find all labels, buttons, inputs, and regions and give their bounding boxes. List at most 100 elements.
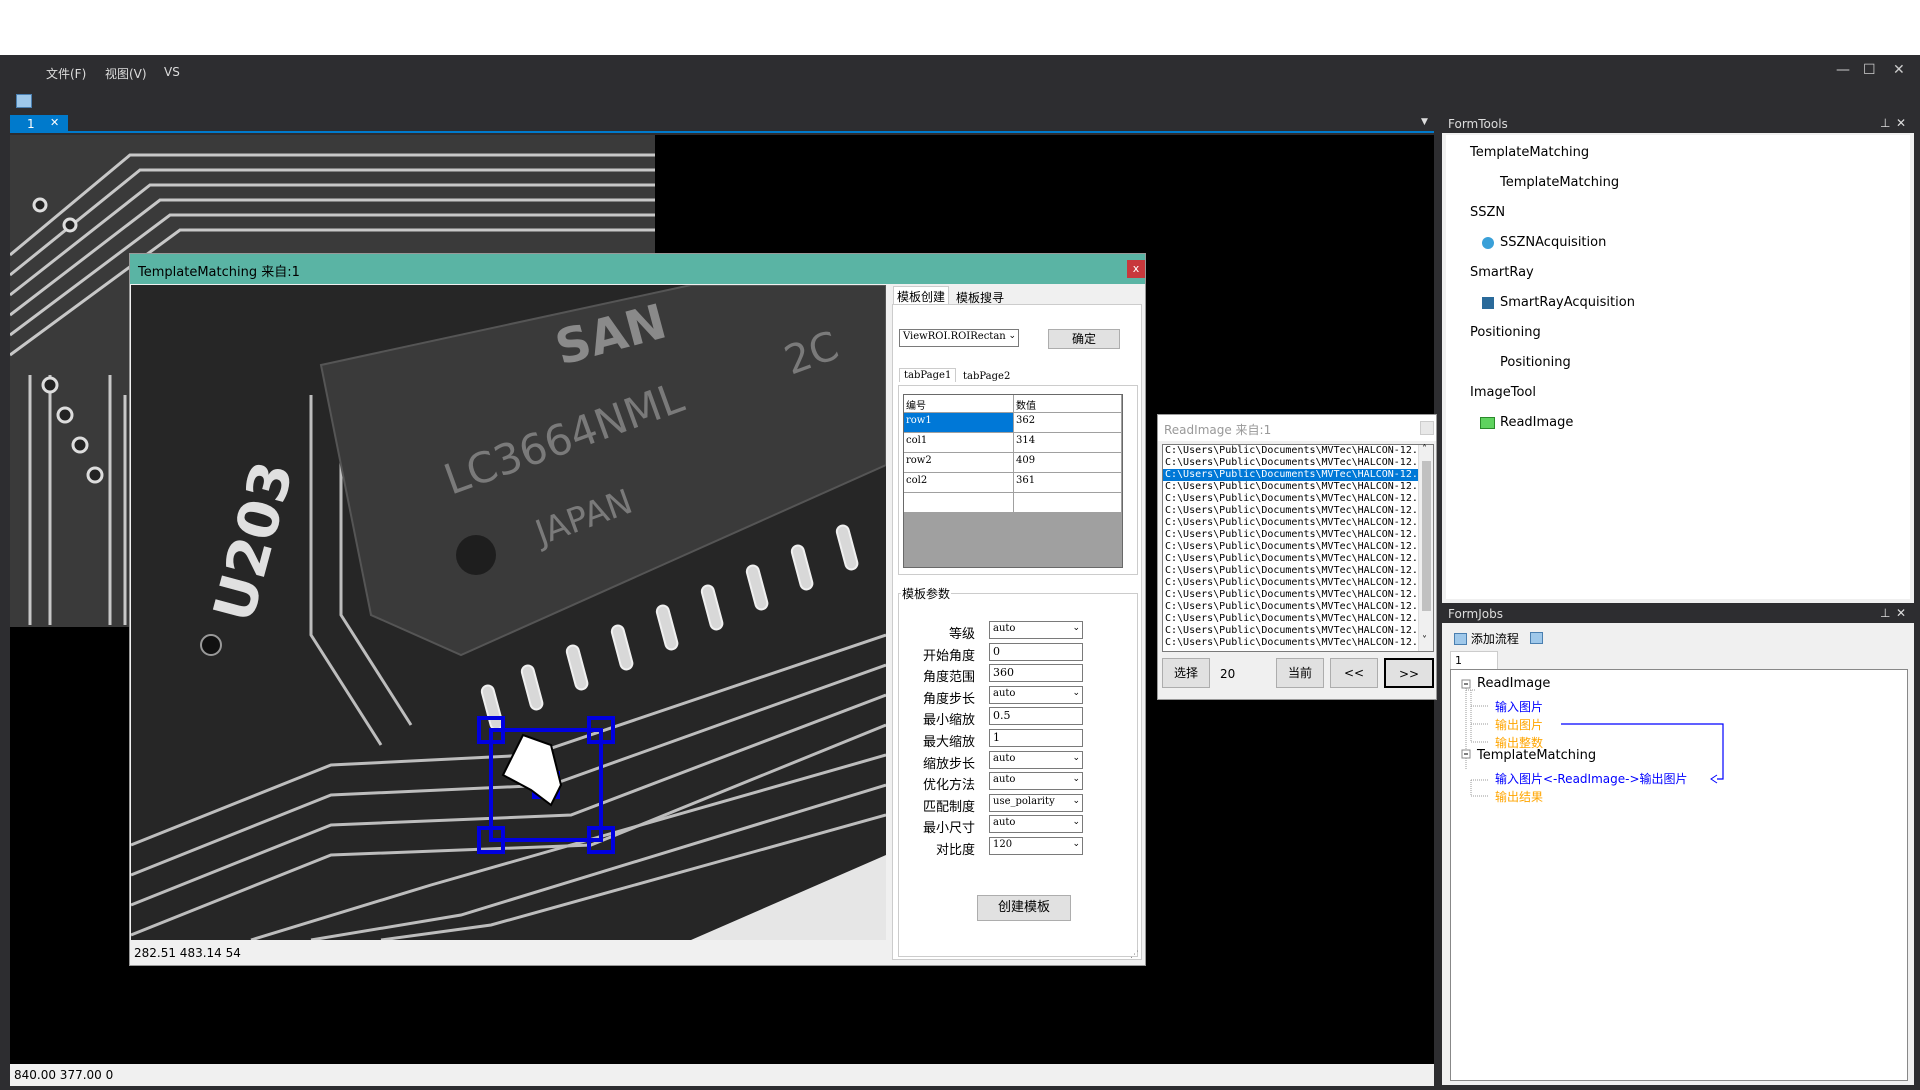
grid-cell-name[interactable]: row2 bbox=[904, 453, 1014, 473]
next-button[interactable]: >> bbox=[1384, 658, 1434, 688]
grid-cell-value[interactable]: 361 bbox=[1014, 473, 1122, 493]
tool-item[interactable]: TemplateMatching bbox=[1500, 175, 1619, 190]
readimage-title-bar[interactable]: ReadImage 来自:1 bbox=[1158, 415, 1436, 441]
param-input[interactable]: 0.5 bbox=[989, 707, 1083, 725]
select-button[interactable]: 选择 bbox=[1162, 658, 1210, 688]
params-title: 模板参数 bbox=[901, 585, 951, 602]
grid-cell-name[interactable]: col1 bbox=[904, 433, 1014, 453]
port-input-image[interactable]: 输入图片 bbox=[1495, 698, 1543, 715]
prev-button[interactable]: << bbox=[1330, 658, 1378, 688]
param-value: 360 bbox=[993, 666, 1014, 679]
menu-file[interactable]: 文件(F) bbox=[46, 65, 86, 82]
file-list-item[interactable]: C:\Users\Public\Documents\MVTec\HALCON-1… bbox=[1163, 481, 1433, 493]
tool-item[interactable]: SSZNAcquisition bbox=[1500, 235, 1606, 250]
scroll-down-icon[interactable]: ˅ bbox=[1422, 635, 1427, 646]
add-flow-label: 添加流程 bbox=[1471, 632, 1519, 646]
sszn-icon bbox=[1482, 237, 1494, 249]
menu-vs[interactable]: VS bbox=[164, 65, 180, 79]
param-input[interactable]: 1 bbox=[989, 729, 1083, 747]
file-list-item[interactable]: C:\Users\Public\Documents\MVTec\HALCON-1… bbox=[1163, 457, 1433, 469]
grid-cell-name[interactable]: row1 bbox=[904, 413, 1014, 433]
tool-category[interactable]: Positioning bbox=[1470, 325, 1541, 340]
dialog-title-bar[interactable]: TemplateMatching 来自:1 bbox=[130, 254, 1145, 284]
roi-select[interactable]: ViewROI.ROIRectan ⌄ bbox=[899, 329, 1019, 347]
subtab-page1[interactable]: tabPage1 bbox=[899, 368, 956, 382]
param-select[interactable]: auto⌄ bbox=[989, 686, 1083, 704]
menu-view[interactable]: 视图(V) bbox=[105, 65, 147, 82]
tool-category[interactable]: TemplateMatching bbox=[1470, 145, 1589, 160]
grid-cell-empty[interactable] bbox=[904, 493, 1014, 513]
minimize-icon[interactable]: — bbox=[1836, 62, 1850, 78]
param-select[interactable]: auto⌄ bbox=[989, 772, 1083, 790]
file-list-item[interactable]: C:\Users\Public\Documents\MVTec\HALCON-1… bbox=[1163, 589, 1433, 601]
pin-icon[interactable]: ⊥ bbox=[1880, 606, 1890, 620]
open-image-icon[interactable] bbox=[16, 94, 32, 108]
roi-grid[interactable]: 编号 数值 row1 362 col1 314 row2 409 col2 36… bbox=[903, 394, 1123, 568]
tab-document-1[interactable]: 1 ✕ bbox=[10, 115, 68, 133]
readimage-close-button[interactable] bbox=[1420, 421, 1434, 435]
tool-item[interactable]: SmartRayAcquisition bbox=[1500, 295, 1635, 310]
param-select[interactable]: auto⌄ bbox=[989, 621, 1083, 639]
file-list-item[interactable]: C:\Users\Public\Documents\MVTec\HALCON-1… bbox=[1163, 553, 1433, 565]
dialog-close-button[interactable]: x bbox=[1127, 260, 1145, 278]
job-tab[interactable]: 1 bbox=[1450, 651, 1498, 669]
grid-cell-value[interactable]: 362 bbox=[1014, 413, 1122, 433]
file-list-item[interactable]: C:\Users\Public\Documents\MVTec\HALCON-1… bbox=[1163, 613, 1433, 625]
tab-close-icon[interactable]: ✕ bbox=[50, 116, 59, 129]
tool-item[interactable]: Positioning bbox=[1500, 355, 1571, 370]
create-template-button[interactable]: 创建模板 bbox=[977, 895, 1071, 921]
file-list-item[interactable]: C:\Users\Public\Documents\MVTec\HALCON-1… bbox=[1163, 445, 1433, 457]
file-list-item[interactable]: C:\Users\Public\Documents\MVTec\HALCON-1… bbox=[1163, 469, 1433, 481]
file-list-scrollbar[interactable]: ˄ ˅ bbox=[1418, 445, 1433, 651]
file-list-item[interactable]: C:\Users\Public\Documents\MVTec\HALCON-1… bbox=[1163, 529, 1433, 541]
template-image-view[interactable]: LC3664NML JAPAN SAN 2C U203 bbox=[131, 285, 886, 940]
file-list-item[interactable]: C:\Users\Public\Documents\MVTec\HALCON-1… bbox=[1163, 493, 1433, 505]
current-button[interactable]: 当前 bbox=[1276, 658, 1324, 688]
grid-cell-name[interactable]: col2 bbox=[904, 473, 1014, 493]
job-node-readimage[interactable]: ReadImage bbox=[1477, 676, 1550, 691]
file-list-item[interactable]: C:\Users\Public\Documents\MVTec\HALCON-1… bbox=[1163, 601, 1433, 613]
param-input[interactable]: 360 bbox=[989, 664, 1083, 682]
param-select[interactable]: use_polarity⌄ bbox=[989, 794, 1083, 812]
file-list[interactable]: C:\Users\Public\Documents\MVTec\HALCON-1… bbox=[1162, 444, 1434, 652]
image-icon[interactable] bbox=[1530, 632, 1543, 644]
param-select[interactable]: auto⌄ bbox=[989, 751, 1083, 769]
file-list-item[interactable]: C:\Users\Public\Documents\MVTec\HALCON-1… bbox=[1163, 517, 1433, 529]
file-list-item[interactable]: C:\Users\Public\Documents\MVTec\HALCON-1… bbox=[1163, 541, 1433, 553]
grid-cell-value[interactable]: 314 bbox=[1014, 433, 1122, 453]
param-value: 1 bbox=[993, 731, 1000, 744]
tool-item[interactable]: ReadImage bbox=[1500, 415, 1573, 430]
param-input[interactable]: 0 bbox=[989, 643, 1083, 661]
scroll-thumb[interactable] bbox=[1422, 461, 1431, 611]
tool-category[interactable]: SmartRay bbox=[1470, 265, 1534, 280]
tool-category[interactable]: ImageTool bbox=[1470, 385, 1536, 400]
port-input-linked[interactable]: 输入图片<-ReadImage->输出图片 bbox=[1495, 770, 1688, 787]
chevron-down-icon: ⌄ bbox=[1072, 623, 1080, 633]
scroll-up-icon[interactable]: ˄ bbox=[1422, 444, 1427, 455]
file-list-item[interactable]: C:\Users\Public\Documents\MVTec\HALCON-1… bbox=[1163, 625, 1433, 637]
job-node-templatematching[interactable]: TemplateMatching bbox=[1477, 748, 1596, 763]
pin-icon[interactable]: ⊥ bbox=[1880, 116, 1890, 130]
tab-dropdown-icon[interactable]: ▼ bbox=[1421, 117, 1428, 127]
file-list-item[interactable]: C:\Users\Public\Documents\MVTec\HALCON-1… bbox=[1163, 577, 1433, 589]
file-list-item[interactable]: C:\Users\Public\Documents\MVTec\HALCON-1… bbox=[1163, 505, 1433, 517]
file-list-item[interactable]: C:\Users\Public\Documents\MVTec\HALCON-1… bbox=[1163, 637, 1433, 649]
template-tab-create[interactable]: 模板创建 bbox=[893, 286, 949, 306]
file-list-item[interactable]: C:\Users\Public\Documents\MVTec\HALCON-1… bbox=[1163, 565, 1433, 577]
port-output-image[interactable]: 输出图片 bbox=[1495, 716, 1543, 733]
close-icon[interactable]: ✕ bbox=[1893, 62, 1905, 78]
confirm-button[interactable]: 确定 bbox=[1048, 329, 1120, 349]
close-icon[interactable]: ✕ bbox=[1896, 116, 1906, 130]
resize-grip-icon[interactable]: ⋰ bbox=[1130, 950, 1139, 960]
param-select[interactable]: auto⌄ bbox=[989, 815, 1083, 833]
subtab-page2[interactable]: tabPage2 bbox=[959, 370, 1014, 383]
maximize-icon[interactable]: ☐ bbox=[1863, 62, 1876, 78]
tool-category[interactable]: SSZN bbox=[1470, 205, 1505, 220]
main-status-bar: 840.00 377.00 0 bbox=[10, 1064, 1434, 1086]
close-icon[interactable]: ✕ bbox=[1896, 606, 1906, 620]
grid-cell-value[interactable]: 409 bbox=[1014, 453, 1122, 473]
add-flow-button[interactable]: 添加流程 bbox=[1454, 630, 1519, 647]
param-select[interactable]: 120⌄ bbox=[989, 837, 1083, 855]
port-output-result[interactable]: 输出结果 bbox=[1495, 788, 1543, 805]
grid-cell-empty[interactable] bbox=[1014, 493, 1122, 513]
